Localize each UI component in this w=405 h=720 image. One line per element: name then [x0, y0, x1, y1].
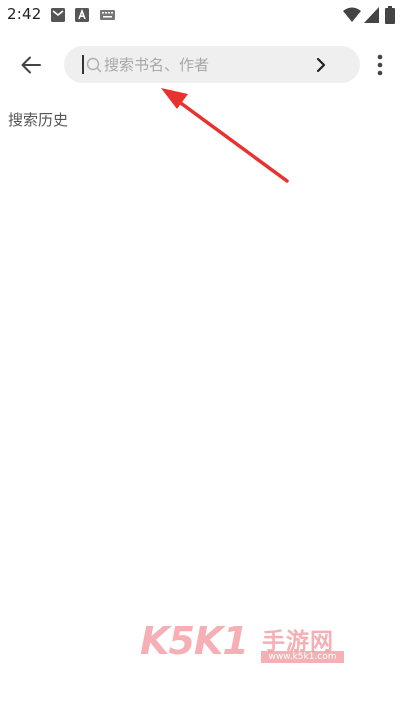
- battery-icon: [385, 6, 395, 24]
- annotation-arrow-icon: [161, 88, 289, 183]
- search-bar[interactable]: [64, 46, 360, 83]
- arrow-left-icon: [21, 56, 41, 74]
- signal-icon: [364, 7, 379, 23]
- more-options-button[interactable]: [368, 50, 392, 80]
- mail-icon: [51, 8, 65, 22]
- search-history-title: 搜索历史: [8, 111, 69, 129]
- status-bar: 2:42: [0, 0, 405, 32]
- watermark-logo: K5K1: [140, 619, 249, 663]
- text-cursor: [82, 55, 84, 74]
- status-time: 2:42: [7, 5, 42, 23]
- watermark: K5K1 手游网 www.k5k1.com: [140, 620, 350, 664]
- keyboard-icon: [100, 10, 115, 20]
- a-notification-icon: [75, 8, 89, 22]
- wifi-icon: [343, 7, 361, 22]
- search-icon: [86, 57, 102, 73]
- back-button[interactable]: [14, 50, 48, 80]
- watermark-url: www.k5k1.com: [261, 651, 344, 663]
- search-submit-button[interactable]: [308, 52, 334, 78]
- chevron-right-icon: [316, 57, 326, 73]
- more-vertical-icon: [377, 54, 383, 76]
- search-input[interactable]: [104, 46, 304, 83]
